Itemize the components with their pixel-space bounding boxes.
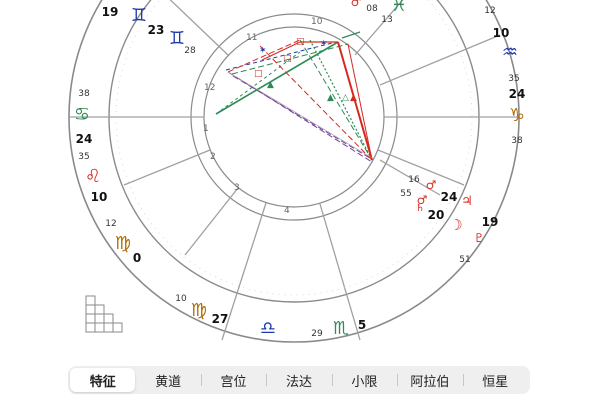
tab-features[interactable]: 特征 — [70, 368, 136, 392]
degree-label: 28 — [184, 46, 196, 56]
inner-markers: ✶ □ □ ▲ ▲ △ ▲ □ ✶ — [254, 37, 357, 103]
virgo-icon: ♍ — [191, 300, 207, 321]
libra-icon: ♎ — [260, 318, 276, 339]
tab-firdaria[interactable]: 法达 — [266, 368, 331, 392]
sign-glyphs: ♊ ♊ ♋ ♌ ♍ ♍ ♎ ♏ ♓ ♒ ♑ — [74, 0, 525, 339]
pisces-icon: ♓ — [391, 0, 407, 16]
degree-label: 08 — [366, 4, 378, 14]
degree-label: 23 — [148, 23, 165, 37]
svg-text:□: □ — [296, 37, 305, 47]
outer-ring — [68, 0, 520, 343]
degree-label: 12 — [484, 6, 495, 16]
mars-icon: ♂ — [351, 0, 362, 9]
pluto-icon: ♇ — [474, 231, 485, 245]
degree-label: 12 — [105, 219, 116, 229]
saturn-icon: ♄ — [416, 203, 425, 214]
gemini-icon: ♊ — [131, 5, 147, 26]
degree-label: 20 — [428, 208, 445, 222]
gemini-icon: ♊ — [169, 28, 185, 49]
degree-label: 55 — [400, 189, 411, 199]
svg-text:△: △ — [342, 93, 349, 103]
leo-icon: ♌ — [85, 166, 101, 187]
degree-label: 24 — [509, 87, 526, 101]
degree-label: 27 — [212, 312, 229, 326]
scorpio-icon: ♏ — [333, 318, 349, 339]
svg-text:□: □ — [283, 54, 292, 64]
element-distribution-grid-icon — [85, 295, 123, 333]
degree-label: 0 — [133, 251, 141, 265]
degree-label: 10 — [493, 26, 510, 40]
tab-fixed-stars[interactable]: 恒星 — [462, 368, 528, 392]
house-number: 12 — [204, 83, 215, 93]
house-number: 11 — [246, 33, 257, 43]
svg-text:✶: ✶ — [259, 46, 267, 56]
house-number: 3 — [234, 183, 240, 193]
house-number: 2 — [210, 152, 216, 162]
cancer-icon: ♋ — [74, 104, 90, 125]
svg-text:✶: ✶ — [320, 39, 328, 49]
aquarius-icon: ♒ — [502, 42, 518, 63]
degree-label: 5 — [358, 318, 366, 332]
degree-label: 24 — [441, 190, 458, 204]
capricorn-icon: ♑ — [509, 105, 525, 126]
moon-icon: ☽ — [449, 216, 462, 234]
virgo-icon: ♍ — [115, 233, 131, 254]
svg-text:□: □ — [254, 69, 263, 79]
degree-label: 35 — [508, 74, 519, 84]
svg-text:▲: ▲ — [350, 93, 357, 103]
degree-label: 19 — [482, 215, 499, 229]
tab-profection[interactable]: 小限 — [331, 368, 397, 392]
tab-arabic-parts[interactable]: 阿拉伯 — [397, 368, 462, 392]
degree-label: 13 — [381, 15, 392, 25]
degree-label: 19 — [102, 5, 119, 19]
degree-labels: 19 23 28 38 24 35 10 12 0 10 27 29 5 08 … — [76, 4, 526, 339]
house-cusps — [70, 0, 519, 341]
house-number: 4 — [284, 206, 290, 216]
tab-houses[interactable]: 宫位 — [200, 368, 266, 392]
degree-label: 10 — [175, 294, 187, 304]
degree-label: 38 — [78, 89, 90, 99]
inner-ring — [203, 26, 385, 208]
natal-chart-wheel: ✶ □ □ ▲ ▲ △ ▲ □ ✶ 1 2 3 4 10 11 12 ♊ ♊ ♋… — [68, 0, 526, 343]
degree-label: 16 — [408, 175, 420, 185]
degree-label: 24 — [76, 132, 93, 146]
segmented-tab-bar: 特征 黄道 宫位 法达 小限 阿拉伯 恒星 — [68, 366, 530, 394]
mars-icon: ♂ — [426, 178, 437, 192]
degree-label: 29 — [311, 329, 323, 339]
degree-label: 51 — [459, 255, 470, 265]
tab-ecliptic[interactable]: 黄道 — [135, 368, 200, 392]
degree-label: 10 — [91, 190, 108, 204]
svg-text:▲: ▲ — [267, 80, 274, 90]
degree-label: 38 — [511, 136, 523, 146]
degree-label: 35 — [78, 152, 89, 162]
house-number: 1 — [203, 124, 209, 134]
house-number: 10 — [311, 17, 323, 27]
jupiter-icon: ♃ — [461, 194, 473, 209]
svg-text:▲: ▲ — [327, 93, 334, 103]
